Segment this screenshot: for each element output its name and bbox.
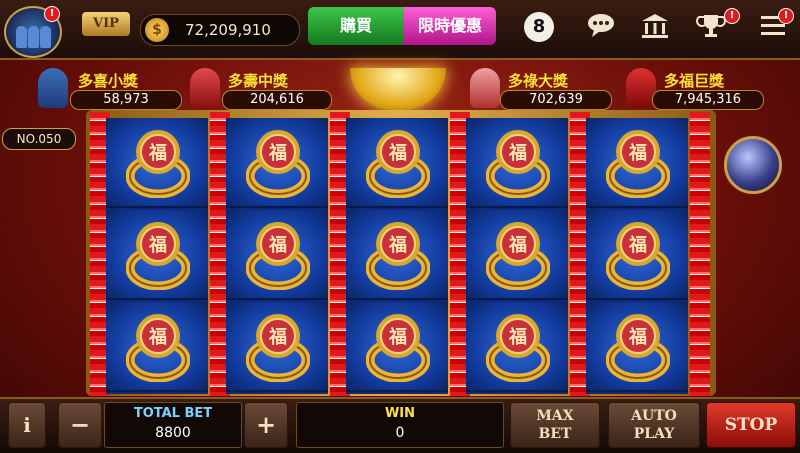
ring-fu-icon: 福 [246,130,310,198]
coin-balance-value: 72,209,910 [185,21,271,39]
jackpot-value: 204,616 [250,92,304,107]
fu-character: 福 [148,234,167,256]
buy-button[interactable]: 購買 [308,7,404,45]
fu-character: 福 [388,234,407,256]
fu-character: 福 [268,234,287,256]
reel-column: 福福福 [466,118,568,394]
stop-button[interactable]: STOP [706,402,796,448]
reel-cell: 福 [106,118,208,208]
fu-character: 福 [268,142,287,164]
ring-fu-icon: 福 [606,222,670,290]
jackpot-figure-icon [38,68,68,108]
reel-column: 福福福 [586,118,688,394]
jackpot-title: 多壽中獎 [228,72,289,90]
jackpot-value-box: 58,973 [70,90,182,110]
fu-character: 福 [508,326,527,348]
fu-character: 福 [388,142,407,164]
total-bet-label: TOTAL BET [133,406,213,421]
jackpot-value: 58,973 [103,92,149,107]
fu-character: 福 [388,326,407,348]
reel-cell: 福 [586,118,688,208]
reel-cell: 福 [226,302,328,392]
ring-fu-icon: 福 [486,314,550,382]
max-bet-label: MAX [536,408,574,424]
auto-play-label: PLAY [633,426,675,442]
increase-bet-button[interactable]: + [244,402,288,448]
ring-fu-icon: 福 [486,130,550,198]
reel-separator [690,112,710,396]
jackpot-value-box: 7,945,316 [652,90,764,110]
ring-fu-icon: 福 [246,314,310,382]
win-panel: WIN 0 [296,402,504,448]
reel-cell: 福 [466,210,568,300]
reel-cell: 福 [466,302,568,392]
reel-cell: 福 [106,302,208,392]
ring-fu-icon: 福 [366,314,430,382]
fu-character: 福 [508,142,527,164]
win-label: WIN [384,406,416,421]
jackpot-value: 702,639 [529,92,583,107]
fu-character: 福 [628,234,647,256]
fu-character: 福 [148,142,167,164]
reel-column: 福福福 [106,118,208,394]
fu-character: 福 [628,142,647,164]
ring-fu-icon: 福 [126,314,190,382]
reel-cell: 福 [466,118,568,208]
bank-icon[interactable] [638,12,672,46]
max-bet-button[interactable]: MAX BET [510,402,600,448]
jackpot-title: 多祿大獎 [508,72,569,90]
ring-fu-icon: 福 [126,130,190,198]
ring-fu-icon: 福 [126,222,190,290]
reel-cell: 福 [586,210,688,300]
fu-character: 福 [508,234,527,256]
vip-button[interactable]: VIP [82,12,130,36]
ring-fu-icon: 福 [606,130,670,198]
jackpot-figure-icon [470,68,500,108]
jackpot-value-box: 702,639 [500,90,612,110]
diamond-feature-icon[interactable] [724,136,782,194]
ring-fu-icon: 福 [366,130,430,198]
fu-character: 福 [268,326,287,348]
reel-cell: 福 [226,118,328,208]
total-bet-value: 8800 [155,425,191,441]
reel-cell: 福 [106,210,208,300]
max-bet-label: BET [538,426,572,442]
ring-fu-icon: 福 [606,314,670,382]
decrease-bet-button[interactable]: − [58,402,102,448]
ring-fu-icon: 福 [486,222,550,290]
reel-cell: 福 [226,210,328,300]
chat-icon[interactable] [584,12,618,46]
reel-cell: 福 [346,118,448,208]
auto-play-label: AUTO [631,408,677,424]
reel-column: 福福福 [226,118,328,394]
reel-cell: 福 [586,302,688,392]
reel-cell: 福 [346,210,448,300]
jackpot-value-box: 204,616 [222,90,332,110]
jackpot-title: 多福巨獎 [664,72,725,90]
total-bet-panel: TOTAL BET 8800 [104,402,242,448]
win-value: 0 [395,425,405,441]
jackpot-title: 多喜小獎 [78,72,139,90]
auto-play-button[interactable]: AUTO PLAY [608,402,700,448]
limited-offer-button[interactable]: 限時優惠 [404,7,496,45]
info-button[interactable]: i [8,402,46,448]
coin-icon: $ [145,18,169,42]
coin-balance: $ 72,209,910 [140,14,300,46]
fu-character: 福 [628,326,647,348]
trophy-notification-badge: ! [724,8,740,24]
fu-character: 福 [148,326,167,348]
menu-notification-badge: ! [778,8,794,24]
avatar-notification-badge: ! [44,6,60,22]
reel-number-label: NO.050 [2,128,76,150]
ring-fu-icon: 福 [366,222,430,290]
ring-fu-icon: 福 [246,222,310,290]
eight-ball-icon[interactable]: 8 [524,12,554,42]
jackpot-value: 7,945,316 [674,92,742,107]
jackpot-figure-icon [190,68,220,108]
reel-cell: 福 [346,302,448,392]
trophy-icon[interactable] [694,12,728,46]
reel-column: 福福福 [346,118,448,394]
